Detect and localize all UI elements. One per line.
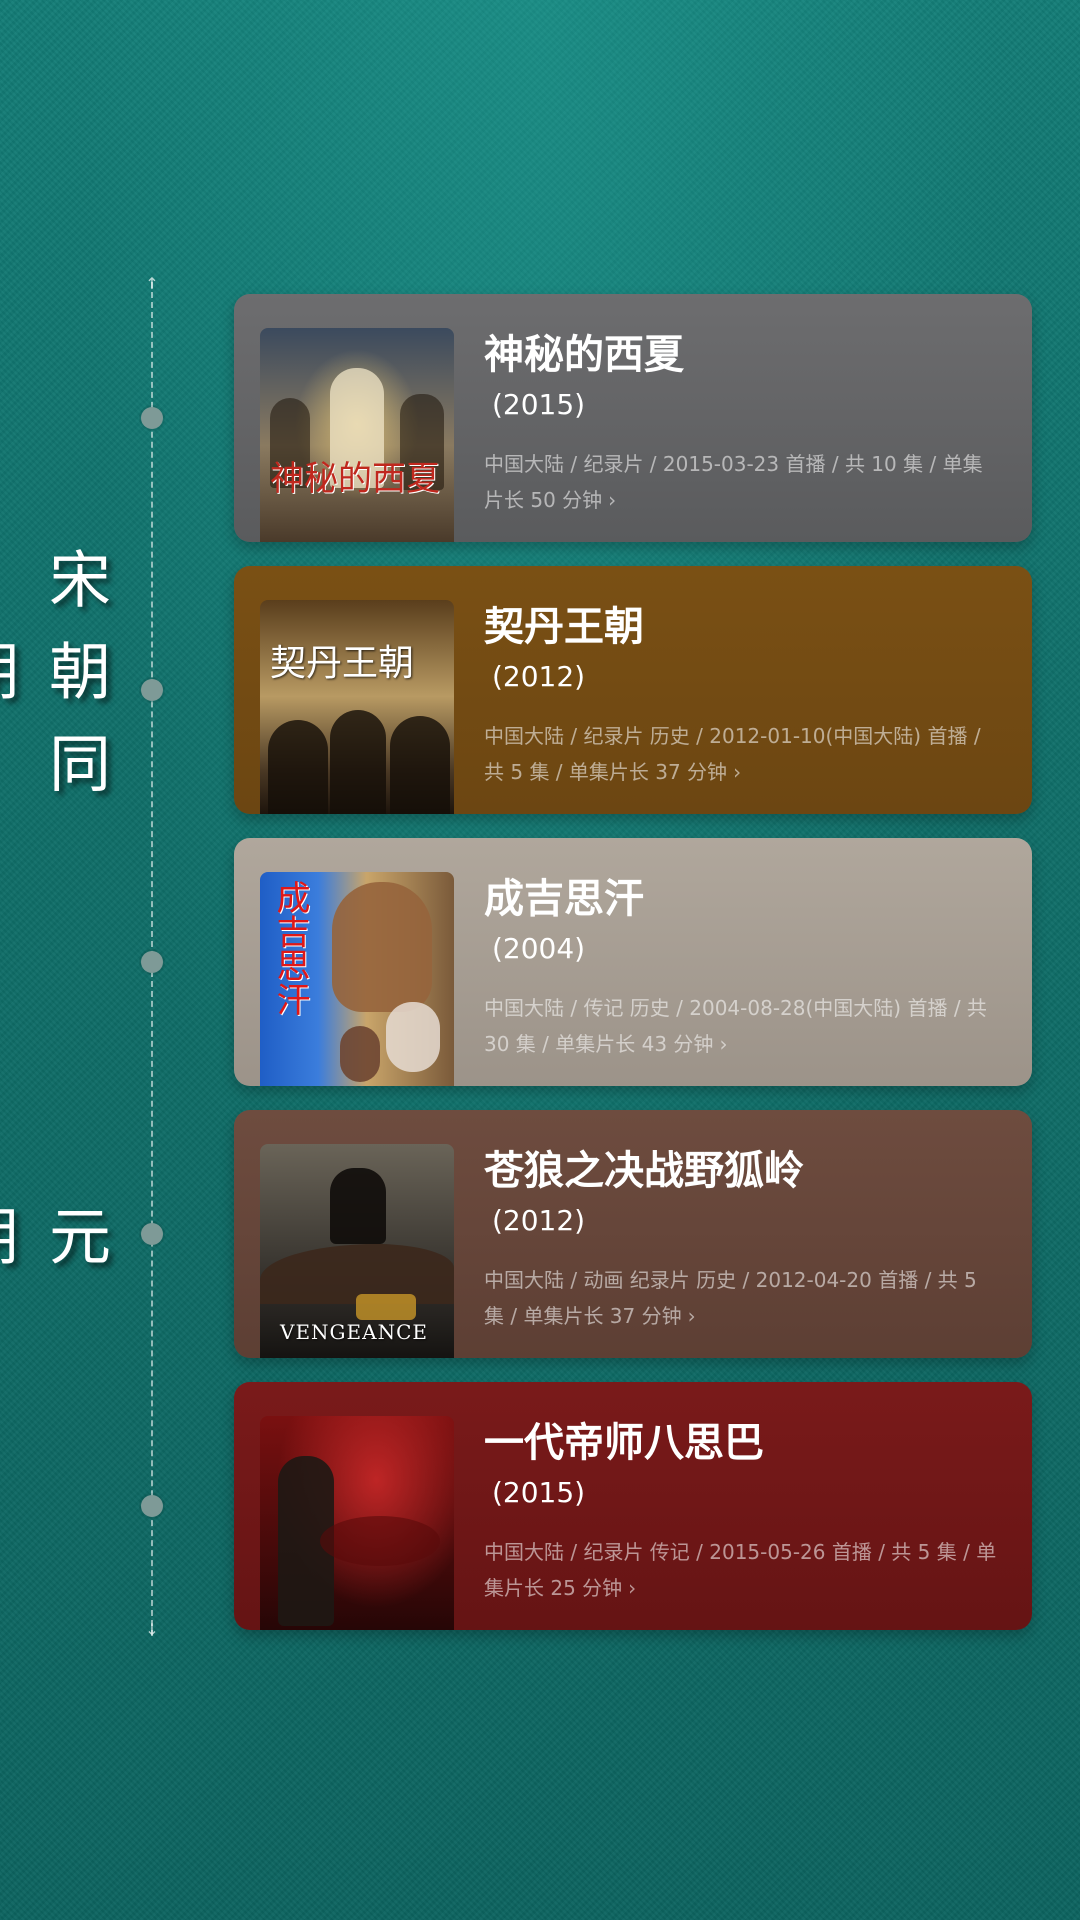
card-meta: 中国大陆 / 纪录片 / 2015-03-23 首播 / 共 10 集 / 单集… [484, 446, 1000, 518]
card-meta-text: 中国大陆 / 动画 纪录片 历史 / 2012-04-20 首播 / 共 5 集… [484, 1268, 977, 1328]
documentary-card[interactable]: 一代帝师八思巴 (2015) 中国大陆 / 纪录片 传记 / 2015-05-2… [234, 1382, 1032, 1630]
card-meta: 中国大陆 / 动画 纪录片 历史 / 2012-04-20 首播 / 共 5 集… [484, 1262, 1000, 1334]
documentary-card[interactable]: 契丹王朝 契丹王朝 (2012) 中国大陆 / 纪录片 历史 / 2012-01… [234, 566, 1032, 814]
card-year: (2015) [492, 1476, 586, 1509]
card-meta: 中国大陆 / 纪录片 历史 / 2012-01-10(中国大陆) 首播 / 共 … [484, 718, 1000, 790]
chevron-right-icon[interactable]: › [608, 482, 616, 518]
timeline-dot [141, 679, 163, 701]
timeline-dot [141, 1495, 163, 1517]
card-meta-text: 中国大陆 / 纪录片 / 2015-03-23 首播 / 共 10 集 / 单集… [484, 452, 983, 512]
poster-image: VENGEANCE [260, 1144, 454, 1358]
card-meta: 中国大陆 / 传记 历史 / 2004-08-28(中国大陆) 首播 / 共 3… [484, 990, 1000, 1062]
era-label-song: 宋朝同期 [0, 547, 111, 823]
poster-image [260, 1416, 454, 1630]
documentary-card[interactable]: VENGEANCE 苍狼之决战野狐岭 (2012) 中国大陆 / 动画 纪录片 … [234, 1110, 1032, 1358]
timeline-dot [141, 1223, 163, 1245]
timeline-dot [141, 951, 163, 973]
card-year: (2012) [492, 1204, 586, 1237]
card-title: 苍狼之决战野狐岭 [484, 1148, 804, 1194]
card-title: 一代帝师八思巴 [484, 1420, 764, 1466]
card-year: (2012) [492, 660, 586, 693]
timeline-arrow-down-icon: ↓ [145, 1620, 159, 1639]
poster-title: VENGEANCE [280, 1320, 428, 1344]
poster-image: 神秘的西夏 [260, 328, 454, 542]
poster-image: 成吉思汗 [260, 872, 454, 1086]
card-title: 契丹王朝 [484, 604, 644, 650]
chevron-right-icon[interactable]: › [719, 1026, 727, 1062]
card-meta-text: 中国大陆 / 传记 历史 / 2004-08-28(中国大陆) 首播 / 共 3… [484, 996, 987, 1056]
poster-title: 契丹王朝 [270, 643, 415, 684]
era-label-yuan: 元朝 [0, 1204, 111, 1296]
poster-image: 契丹王朝 [260, 600, 454, 814]
poster-title: 神秘的西夏 [270, 459, 440, 499]
card-title: 神秘的西夏 [484, 332, 684, 378]
timeline-arrow-up-icon: ↑ [145, 274, 159, 293]
chevron-right-icon[interactable]: › [628, 1570, 636, 1606]
card-year: (2015) [492, 388, 586, 421]
card-meta: 中国大陆 / 纪录片 传记 / 2015-05-26 首播 / 共 5 集 / … [484, 1534, 1000, 1606]
documentary-card[interactable]: 成吉思汗 成吉思汗 (2004) 中国大陆 / 传记 历史 / 2004-08-… [234, 838, 1032, 1086]
chevron-right-icon[interactable]: › [688, 1298, 696, 1334]
card-title: 成吉思汗 [484, 876, 644, 922]
chevron-right-icon[interactable]: › [733, 754, 741, 790]
documentary-card[interactable]: 神秘的西夏 神秘的西夏 (2015) 中国大陆 / 纪录片 / 2015-03-… [234, 294, 1032, 542]
card-year: (2004) [492, 932, 586, 965]
timeline-dot [141, 407, 163, 429]
poster-title: 成吉思汗 [270, 880, 310, 1016]
card-meta-text: 中国大陆 / 纪录片 传记 / 2015-05-26 首播 / 共 5 集 / … [484, 1540, 997, 1600]
